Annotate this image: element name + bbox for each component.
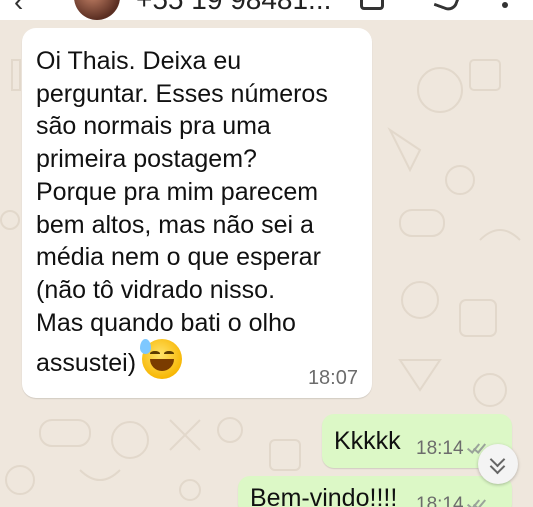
chat-header: ‹ +55 19 98481...: [0, 0, 533, 20]
message-timestamp: 18:14: [416, 438, 486, 460]
message-text: Oi Thais. Deixa eu perguntar. Esses núme…: [36, 47, 328, 380]
scroll-to-bottom-button[interactable]: [478, 444, 518, 484]
message-timestamp: 18:07: [307, 367, 358, 389]
phone-call-icon[interactable]: [433, 0, 461, 14]
double-check-icon: [468, 498, 486, 507]
contact-name[interactable]: +55 19 98481...: [136, 0, 331, 14]
more-options-icon[interactable]: [502, 2, 508, 8]
message-timestamp: 18:14: [416, 494, 486, 507]
back-arrow-icon[interactable]: ‹: [14, 0, 23, 16]
outgoing-message-bubble[interactable]: Bem-vindo!!!! 18:14: [238, 476, 512, 507]
video-call-icon[interactable]: [360, 0, 384, 10]
message-text: Kkkkk: [334, 427, 401, 455]
message-text: Bem-vindo!!!!: [250, 484, 398, 507]
grinning-face-with-sweat-emoji-icon: [140, 339, 183, 380]
avatar[interactable]: [74, 0, 120, 20]
incoming-message-bubble[interactable]: Oi Thais. Deixa eu perguntar. Esses núme…: [22, 28, 372, 398]
